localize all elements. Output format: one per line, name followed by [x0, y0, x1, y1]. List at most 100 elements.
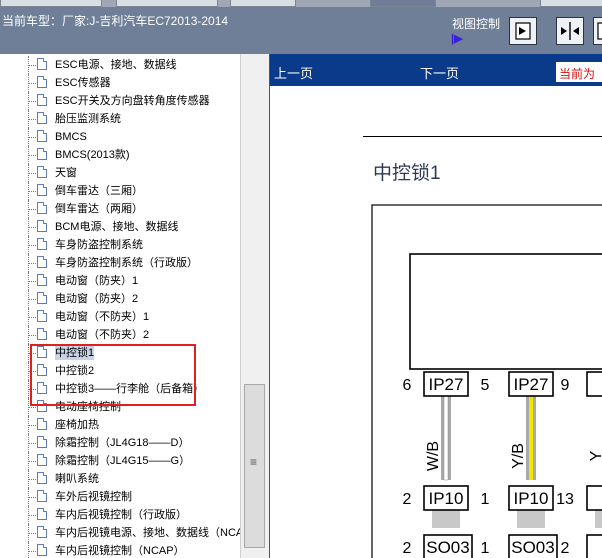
document-icon — [37, 274, 47, 286]
tree-item[interactable]: 车身防盗控制系统 — [0, 236, 240, 254]
connector-label: IP27 — [429, 375, 464, 394]
toggle-panel-button[interactable] — [593, 17, 602, 45]
grip-icon: ≡ — [250, 455, 258, 469]
connector-label: SO03 — [426, 538, 469, 557]
document-icon — [37, 112, 47, 124]
tree-item-label: 胎压监测系统 — [55, 113, 121, 125]
document-icon — [37, 436, 47, 448]
document-icon — [37, 184, 47, 196]
document-icon — [37, 58, 47, 70]
pin-number: 2 — [403, 540, 412, 557]
tree-connector — [29, 119, 36, 121]
document-icon — [37, 526, 47, 538]
tree-item[interactable]: 倒车雷达（三厢） — [0, 182, 240, 200]
tree-item-label: 车身防盗控制系统（行政版） — [55, 257, 198, 269]
tree-item[interactable]: ESC电源、接地、数据线 — [0, 56, 240, 74]
tree-connector — [29, 461, 36, 463]
tree-item-label: 倒车雷达（三厢） — [55, 185, 143, 197]
tree-item-label: BCM电源、接地、数据线 — [55, 221, 179, 233]
document-icon — [37, 508, 47, 520]
document-icon — [37, 256, 47, 268]
tree-item-label: 车内后视镜电源、接地、数据线（NCAP） — [55, 527, 240, 539]
tree-item[interactable]: 电动窗（不防夹）1 — [0, 308, 240, 326]
tree-item[interactable]: 车身防盗控制系统（行政版） — [0, 254, 240, 272]
connector-box — [586, 371, 602, 397]
tree-item[interactable]: BCM电源、接地、数据线 — [0, 218, 240, 236]
module-box — [409, 253, 602, 370]
tree-item[interactable]: 车内后视镜控制（行政版） — [0, 506, 240, 524]
tree-item-label: BMCS(2013款) — [55, 149, 130, 161]
document-icon — [37, 76, 47, 88]
connector-box — [586, 485, 602, 511]
tree-item[interactable]: BMCS(2013款) — [0, 146, 240, 164]
pin-number: 2 — [561, 540, 570, 557]
tree-item-label: 除霜控制（JL4G15——G） — [55, 455, 191, 467]
tree-item[interactable]: 除霜控制（JL4G18——D） — [0, 434, 240, 452]
document-icon — [37, 490, 47, 502]
top-tab[interactable] — [0, 0, 102, 7]
selection-highlight — [30, 344, 196, 406]
tree-item[interactable]: ESC传感器 — [0, 74, 240, 92]
tree-scrollbar[interactable]: ≡ — [240, 54, 269, 558]
tree-item[interactable]: 电动窗（防夹）1 — [0, 272, 240, 290]
tree-item[interactable]: 倒车雷达（两厢） — [0, 200, 240, 218]
tree-item[interactable]: 胎压监测系统 — [0, 110, 240, 128]
top-tab[interactable] — [230, 0, 296, 7]
tree-item[interactable]: 喇叭系统 — [0, 470, 240, 488]
tree-item-label: 电动窗（不防夹）2 — [55, 329, 150, 341]
tree-connector — [29, 335, 36, 337]
scrollbar-thumb[interactable]: ≡ — [244, 384, 265, 548]
tree-connector — [29, 479, 36, 481]
tree-connector — [29, 317, 36, 319]
view-indicator-icon: |▶ — [451, 33, 463, 45]
connector-shell — [595, 510, 602, 528]
pin-number: 6 — [403, 377, 412, 394]
tree-connector — [29, 227, 36, 229]
tree-item[interactable]: 座椅加热 — [0, 416, 240, 434]
fit-page-icon — [561, 22, 579, 40]
top-tab[interactable] — [370, 0, 436, 7]
tree-item[interactable]: 电动窗（防夹）2 — [0, 290, 240, 308]
tree-item[interactable]: 除霜控制（JL4G15——G） — [0, 452, 240, 470]
tree-item[interactable]: 天窗 — [0, 164, 240, 182]
document-icon — [37, 292, 47, 304]
tree-item-label: 电动窗（不防夹）1 — [55, 311, 150, 323]
connector-label: IP10 — [514, 489, 549, 508]
wire-core — [443, 395, 449, 481]
tree-connector — [29, 101, 36, 103]
connector-label: SO03 — [511, 538, 554, 557]
tree-connector — [29, 263, 36, 265]
pin-number: 1 — [481, 540, 490, 557]
tree-item[interactable]: 车外后视镜控制 — [0, 488, 240, 506]
tree-item[interactable]: 车内后视镜控制（NCAP） — [0, 542, 240, 558]
top-tab-strip — [0, 0, 602, 7]
tree-item-label: 电动窗（防夹）2 — [55, 293, 139, 305]
tree-connector — [29, 83, 36, 85]
document-icon — [37, 328, 47, 340]
tree-item-label: 天窗 — [55, 167, 77, 179]
tree-connector — [29, 65, 36, 67]
pin-number: 9 — [561, 377, 570, 394]
tree-item[interactable]: 车内后视镜电源、接地、数据线（NCAP） — [0, 524, 240, 542]
current-vehicle-title: 当前车型：厂家:J-吉利汽车EC72013-2014 — [2, 14, 229, 28]
tree-item-label: 电动窗（防夹）1 — [55, 275, 139, 287]
fit-width-icon — [515, 22, 531, 40]
tree-item-label: 倒车雷达（两厢） — [55, 203, 143, 215]
tree-item[interactable]: ESC开关及方向盘转角度传感器 — [0, 92, 240, 110]
fit-page-button[interactable] — [556, 17, 584, 45]
pin-number: 1 — [481, 491, 490, 508]
tree-connector — [29, 281, 36, 283]
document-icon — [37, 130, 47, 142]
fit-width-button[interactable] — [509, 17, 537, 45]
tree-item[interactable]: BMCS — [0, 128, 240, 146]
top-tab[interactable] — [116, 0, 218, 7]
tree-item[interactable]: 电动窗（不防夹）2 — [0, 326, 240, 344]
document-icon — [37, 148, 47, 160]
tree-item-label: 车内后视镜控制（NCAP） — [55, 545, 185, 557]
wire-label: Y/B — [510, 443, 527, 469]
connector-box — [586, 534, 602, 558]
tree-item-label: BMCS — [55, 131, 87, 143]
top-tab[interactable] — [540, 0, 602, 7]
tree-connector — [29, 137, 36, 139]
tree-item-label: 除霜控制（JL4G18——D） — [55, 437, 190, 449]
